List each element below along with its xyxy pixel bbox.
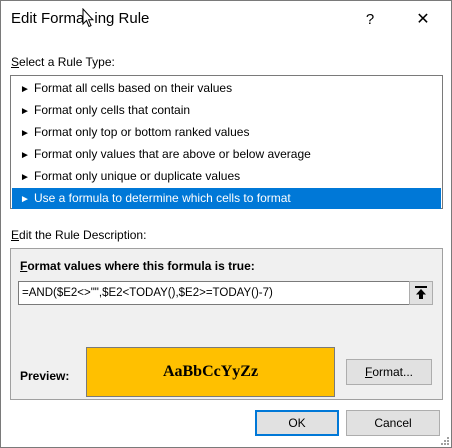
title-bar[interactable]: Edit Forma ing Rule ? ✕ — [1, 1, 451, 39]
pointer-arrow-icon: ► — [20, 172, 30, 183]
pointer-arrow-icon: ► — [20, 150, 30, 161]
rule-type-item[interactable]: ► Format all cells based on their values — [12, 78, 441, 99]
rule-type-item[interactable]: ► Format only values that are above or be… — [12, 144, 441, 165]
pointer-arrow-icon: ► — [20, 84, 30, 95]
resize-grip-icon[interactable] — [440, 436, 450, 446]
rule-type-item-label: Use a formula to determine which cells t… — [34, 191, 291, 205]
collapse-dialog-icon — [415, 286, 427, 299]
format-button[interactable]: Format... — [346, 359, 432, 385]
edit-rule-description-label: Edit the Rule Description: — [11, 228, 147, 242]
close-button[interactable]: ✕ — [408, 7, 438, 33]
pointer-arrow-icon: ► — [20, 194, 30, 205]
rule-type-item-label: Format only values that are above or bel… — [34, 147, 311, 161]
ok-button[interactable]: OK — [255, 410, 339, 436]
preview-label: Preview: — [20, 369, 70, 383]
rule-description-panel: Format values where this formula is true… — [10, 248, 443, 400]
pointer-arrow-icon: ► — [20, 106, 30, 117]
select-rule-type-label: Select a Rule Type: — [11, 55, 115, 69]
preview-sample: AaBbCcYyZz — [86, 347, 335, 397]
pointer-arrow-icon: ► — [20, 128, 30, 139]
dialog-title: Edit Forma ing Rule — [11, 10, 150, 27]
help-button[interactable]: ? — [356, 7, 384, 33]
rule-type-item[interactable]: ► Format only top or bottom ranked values — [12, 122, 441, 143]
rule-type-item-label: Format only cells that contain — [34, 103, 191, 117]
edit-formatting-rule-dialog: Edit Forma ing Rule ? ✕ Select a Rule Typ… — [0, 0, 452, 448]
formula-label: Format values where this formula is true… — [20, 259, 255, 273]
cancel-button[interactable]: Cancel — [346, 410, 440, 436]
rule-type-item-label: Format all cells based on their values — [34, 81, 233, 95]
rule-type-item-label: Format only unique or duplicate values — [34, 169, 241, 183]
rule-type-item[interactable]: ► Format only cells that contain — [12, 100, 441, 121]
rule-type-list[interactable]: ► Format all cells based on their values ►… — [10, 75, 443, 209]
rule-type-item[interactable]: ► Use a formula to determine which cells … — [12, 188, 441, 209]
mouse-pointer-icon — [82, 8, 94, 28]
formula-input[interactable]: =AND($E2<>"",$E2<TODAY(),$E2>=TODAY()-7) — [18, 281, 410, 305]
rule-type-item[interactable]: ► Format only unique or duplicate values — [12, 166, 441, 187]
rule-type-item-label: Format only top or bottom ranked values — [34, 125, 250, 139]
collapse-dialog-button[interactable] — [409, 281, 433, 305]
